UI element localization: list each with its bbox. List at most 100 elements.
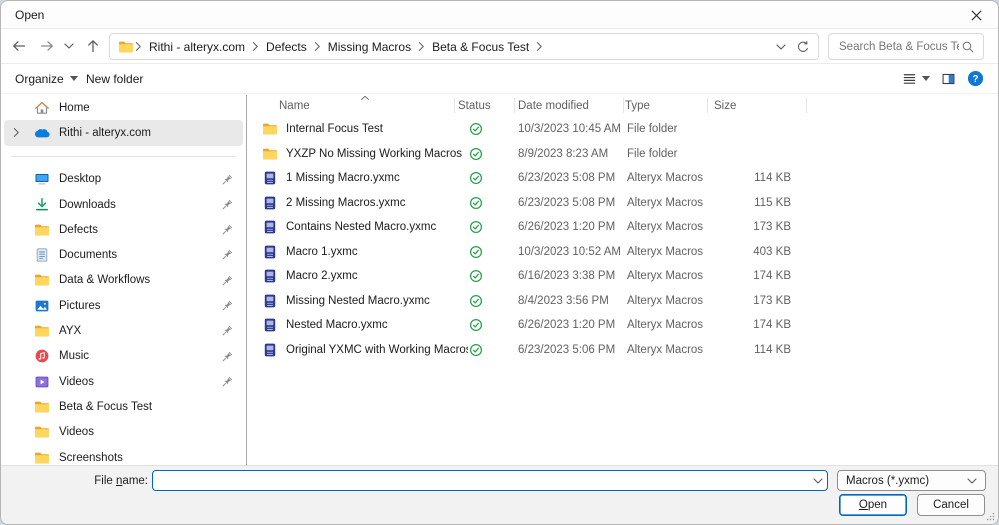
- sidebar-item-label: Desktop: [59, 173, 102, 186]
- forward-button[interactable]: [39, 38, 55, 54]
- search-box[interactable]: [828, 33, 984, 60]
- file-name: YXZP No Missing Working Macros: [286, 147, 462, 160]
- help-button[interactable]: ?: [967, 70, 984, 87]
- chevron-down-icon: [967, 477, 977, 484]
- recent-locations-button[interactable]: [64, 43, 74, 49]
- back-button[interactable]: [11, 38, 27, 54]
- file-row-original-yxmc-with-working-macros-yxmc[interactable]: Original YXMC with Working Macros.yxmc 6/…: [248, 338, 998, 363]
- onedrive-icon: [34, 125, 50, 141]
- sidebar-item-label: Home: [59, 101, 90, 114]
- organize-button[interactable]: Organize: [15, 64, 78, 93]
- address-dropdown-chevron-icon[interactable]: [776, 43, 786, 50]
- alteryx-macro-file-icon: [262, 342, 278, 358]
- chevron-right-icon: [252, 41, 259, 52]
- refresh-icon[interactable]: [796, 40, 810, 54]
- change-view-button[interactable]: [902, 71, 930, 86]
- preview-pane-button[interactable]: [941, 72, 956, 86]
- sidebar-item-music[interactable]: Music: [4, 344, 243, 369]
- file-row-macro-2-yxmc[interactable]: Macro 2.yxmc 6/16/2023 3:38 PM Alteryx Mac…: [248, 264, 998, 289]
- file-row-internal-focus-test[interactable]: Internal Focus Test 10/3/2023 10:45 AM Fil…: [248, 117, 998, 142]
- column-header-row: Name Status Date modified Type Size: [248, 95, 998, 116]
- resize-grip[interactable]: [986, 512, 995, 521]
- cancel-label: Cancel: [933, 499, 969, 511]
- dialog-footer: File name: Macros (*.yxmc) Open Cancel: [1, 465, 998, 524]
- folder-icon: [262, 121, 278, 137]
- sidebar-item-downloads[interactable]: Downloads: [4, 192, 243, 217]
- sidebar-item-beta-focus-test[interactable]: Beta & Focus Test: [4, 394, 243, 419]
- column-separator[interactable]: [454, 98, 455, 113]
- breadcrumb-item-defects[interactable]: Defects: [260, 40, 313, 54]
- chevron-right-icon: [418, 41, 425, 52]
- file-row-contains-nested-macro-yxmc[interactable]: Contains Nested Macro.yxmc 6/26/2023 1:20…: [248, 215, 998, 240]
- close-button[interactable]: [954, 1, 998, 29]
- alteryx-macro-file-icon: [262, 195, 278, 211]
- file-size: 114 KB: [754, 343, 791, 356]
- file-type: Alteryx Macros: [627, 319, 704, 331]
- sidebar-item-rithi-alteryx-com[interactable]: Rithi - alteryx.com: [4, 120, 243, 146]
- sidebar-item-pictures[interactable]: Pictures: [4, 293, 243, 318]
- search-input[interactable]: [837, 39, 961, 54]
- file-row-nested-macro-yxmc[interactable]: Nested Macro.yxmc 6/26/2023 1:20 PM Altery…: [248, 313, 998, 338]
- sidebar-item-documents[interactable]: Documents: [4, 242, 243, 267]
- up-button[interactable]: [85, 38, 101, 54]
- pin-icon: [221, 274, 234, 287]
- column-separator[interactable]: [623, 98, 624, 113]
- sync-status-icon: [469, 122, 483, 136]
- column-header-date-modified[interactable]: Date modified: [518, 100, 589, 112]
- file-name: Contains Nested Macro.yxmc: [286, 221, 437, 233]
- column-separator[interactable]: [514, 98, 515, 113]
- file-type: Alteryx Macros: [627, 196, 704, 209]
- chevron-down-icon[interactable]: [813, 477, 823, 484]
- address-bar[interactable]: Rithi - alteryx.com Defects Missing Macros…: [109, 33, 819, 60]
- sidebar-item-ayx[interactable]: AYX: [4, 318, 243, 343]
- sidebar-item-desktop[interactable]: Desktop: [4, 167, 243, 192]
- column-separator[interactable]: [806, 98, 807, 113]
- sidebar-item-label: Screenshots: [59, 451, 123, 464]
- open-button[interactable]: Open: [839, 494, 907, 516]
- cancel-button[interactable]: Cancel: [917, 494, 985, 516]
- file-date-modified: 6/23/2023 5:08 PM: [518, 196, 616, 209]
- sidebar-item-label: Rithi - alteryx.com: [59, 126, 152, 139]
- file-row-missing-nested-macro-yxmc[interactable]: Missing Nested Macro.yxmc 8/4/2023 3:56 P…: [248, 289, 998, 314]
- file-date-modified: 8/9/2023 8:23 AM: [518, 147, 609, 160]
- close-icon: [971, 10, 982, 21]
- sync-status-icon: [469, 318, 483, 332]
- sidebar-item-videos[interactable]: Videos: [4, 369, 243, 394]
- chevron-down-icon: [69, 76, 78, 81]
- chevron-right-icon[interactable]: [13, 127, 20, 138]
- sidebar-item-defects[interactable]: Defects: [4, 217, 243, 242]
- file-type-select[interactable]: Macros (*.yxmc): [837, 470, 986, 491]
- pin-icon: [221, 198, 234, 211]
- documents-icon: [34, 247, 50, 263]
- file-row-1-missing-macro-yxmc[interactable]: 1 Missing Macro.yxmc 6/23/2023 5:08 PM Alt…: [248, 166, 998, 191]
- sidebar-item-videos[interactable]: Videos: [4, 420, 243, 445]
- file-name: Nested Macro.yxmc: [286, 319, 388, 331]
- breadcrumb-item-rithi-alteryx-com[interactable]: Rithi - alteryx.com: [143, 40, 251, 54]
- sidebar-item-data-workflows[interactable]: Data & Workflows: [4, 268, 243, 293]
- sidebar-item-label: AYX: [59, 325, 82, 338]
- folder-icon: [262, 146, 278, 162]
- file-size: 115 KB: [754, 196, 791, 209]
- column-header-status[interactable]: Status: [458, 100, 491, 112]
- sidebar-item-label: Videos: [59, 426, 94, 439]
- breadcrumb: Rithi - alteryx.com Defects Missing Macros…: [134, 40, 544, 54]
- column-header-size[interactable]: Size: [714, 100, 736, 112]
- file-type: File folder: [627, 147, 678, 160]
- file-name-input[interactable]: [157, 473, 813, 488]
- column-header-type[interactable]: Type: [625, 100, 650, 112]
- sidebar-item-screenshots[interactable]: Screenshots: [4, 445, 243, 465]
- column-header-name[interactable]: Name: [279, 100, 310, 112]
- sidebar-item-home[interactable]: Home: [4, 95, 243, 120]
- file-date-modified: 10/3/2023 10:52 AM: [518, 245, 621, 258]
- navigation-pane: Home Rithi - alteryx.com Desktop Downloads D…: [1, 95, 247, 465]
- file-row-macro-1-yxmc[interactable]: Macro 1.yxmc 10/3/2023 10:52 AM Alteryx Ma…: [248, 240, 998, 265]
- chevron-down-icon: [922, 76, 930, 81]
- file-row-yxzp-no-missing-working-macros[interactable]: YXZP No Missing Working Macros 8/9/2023 8…: [248, 142, 998, 167]
- breadcrumb-item-missing-macros[interactable]: Missing Macros: [322, 40, 417, 54]
- file-row-2-missing-macros-yxmc[interactable]: 2 Missing Macros.yxmc 6/23/2023 5:08 PM Al…: [248, 191, 998, 216]
- breadcrumb-item-beta-focus-test[interactable]: Beta & Focus Test: [426, 40, 535, 54]
- file-list-pane: Name Status Date modified Type Size Inte…: [248, 95, 998, 465]
- new-folder-button[interactable]: New folder: [86, 64, 143, 93]
- column-separator[interactable]: [707, 98, 708, 113]
- file-type: File folder: [627, 123, 678, 135]
